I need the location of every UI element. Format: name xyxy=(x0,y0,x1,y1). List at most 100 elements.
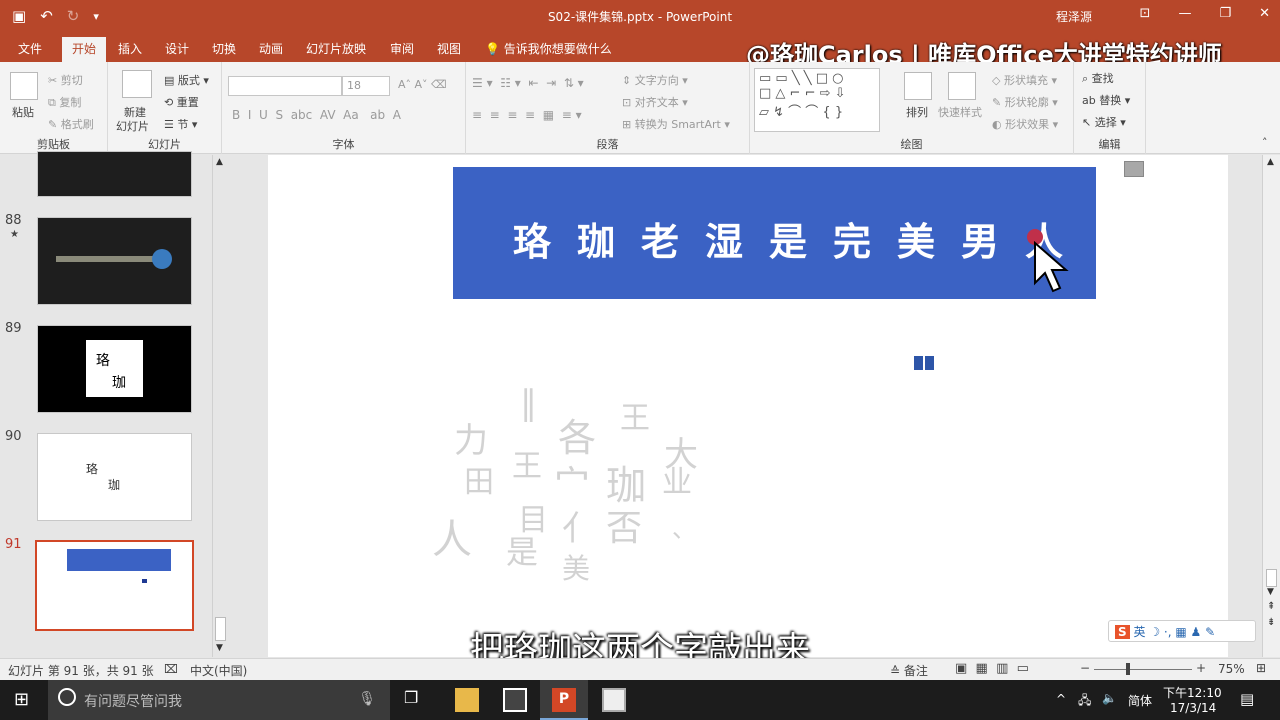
file-explorer-icon[interactable] xyxy=(455,688,479,712)
taskbar-powerpoint-active[interactable]: P xyxy=(540,680,588,720)
thumbnail-scrollbar[interactable]: ▲ ▼ xyxy=(212,155,228,657)
grow-font-icon[interactable]: A˄ A˅ ⌫ xyxy=(398,78,447,91)
tab-insert[interactable]: 插入 xyxy=(118,40,142,57)
clock-time[interactable]: 下午12:10 xyxy=(1163,684,1222,701)
mouse-pointer-icon xyxy=(1034,241,1069,293)
show-hidden-icons[interactable]: ^ xyxy=(1056,692,1066,706)
zoom-slider-track[interactable] xyxy=(1094,669,1192,670)
arrange-button[interactable]: 排列 xyxy=(906,104,928,120)
clock-date[interactable]: 17/3/14 xyxy=(1170,701,1216,715)
view-buttons[interactable]: ▣ ▦ ▥ ▭ xyxy=(955,661,1029,676)
collapse-ribbon-icon[interactable]: ˄ xyxy=(1262,136,1268,149)
banner-text[interactable]: 珞珈老湿是完美男人 xyxy=(513,211,1089,266)
shapes-gallery[interactable]: ▭ ▭ ╲ ╲ □ ○ □ △ ⌐ ⌐ ⇨ ⇩ ▱ ↯ ⌒ ⌒ { } xyxy=(754,68,880,132)
slide-thumbnail-89[interactable]: 珞 珈 xyxy=(37,325,192,413)
quick-styles-button[interactable]: 快速样式 xyxy=(938,104,982,120)
volume-icon[interactable]: 🔈 xyxy=(1102,691,1117,705)
list-buttons[interactable]: ☰ ▾ ☷ ▾ ⇤ ⇥ ⇅ ▾ xyxy=(472,76,584,90)
align-text-button[interactable]: ⊡ 对齐文本 ▾ xyxy=(622,94,688,110)
slide-scrollbar[interactable]: ▲ ▼ ⇞ ⇟ xyxy=(1262,155,1280,657)
new-slide-button-line2[interactable]: 幻灯片 xyxy=(116,118,149,134)
minimize-icon[interactable]: — xyxy=(1178,6,1191,21)
action-center-icon[interactable]: ▤ xyxy=(1240,690,1254,708)
align-buttons[interactable]: ≡ ≡ ≡ ≡ ▦ ≡ ▾ xyxy=(472,108,582,122)
arrange-icon[interactable] xyxy=(904,72,932,100)
cut-button[interactable]: ✂ 剪切 xyxy=(48,72,83,88)
spellcheck-icon[interactable]: ⌧ xyxy=(164,662,178,676)
ime-mode[interactable]: 简体 xyxy=(1128,692,1152,709)
slide-thumbnail-90[interactable]: 珞 珈 xyxy=(37,433,192,521)
slide-thumbnail-88[interactable] xyxy=(37,217,192,305)
slide-number-90: 90 xyxy=(5,429,22,444)
task-view-icon[interactable]: ❐ xyxy=(404,688,428,712)
tell-me-text: 告诉我你想要做什么 xyxy=(503,42,612,56)
reset-button[interactable]: ⟲ 重置 xyxy=(164,94,199,110)
replace-button[interactable]: ab 替换 ▾ xyxy=(1082,92,1130,108)
globe-icon xyxy=(152,249,172,269)
previous-slide-icon[interactable]: ⇞ xyxy=(1267,601,1275,612)
select-button[interactable]: ↖ 选择 ▾ xyxy=(1082,114,1126,130)
paste-icon[interactable] xyxy=(10,72,38,100)
user-name[interactable]: 程泽源 xyxy=(1056,8,1092,25)
thumbnail-title-bar xyxy=(56,256,156,262)
thumbnail-cursor-marker xyxy=(142,579,147,583)
slide-editing-area: 珞珈老湿是完美男人 力 ‖ 各 王 大 田 王 宀 珈 业 人 目 亻 否 、 … xyxy=(232,155,1262,657)
title-banner[interactable]: 珞珈老湿是完美男人 xyxy=(453,167,1096,299)
tab-transitions[interactable]: 切换 xyxy=(212,40,236,57)
zoom-level[interactable]: 75% xyxy=(1218,662,1245,676)
microphone-icon[interactable]: 🎙 xyxy=(358,691,376,707)
font-name-combo[interactable] xyxy=(228,76,342,96)
photos-icon[interactable] xyxy=(602,688,626,712)
slide-thumbnail-91-selected[interactable] xyxy=(35,540,194,631)
slide-scroll-down-icon[interactable]: ▼ xyxy=(1267,587,1274,597)
clear-format-icon[interactable]: ⌫ xyxy=(431,78,447,91)
store-icon[interactable] xyxy=(503,688,527,712)
thumbnail-white-square: 珞 珈 xyxy=(86,340,143,397)
tab-review[interactable]: 审阅 xyxy=(390,40,414,57)
slide-scroll-thumb[interactable] xyxy=(1266,569,1277,587)
copy-button[interactable]: ⧉ 复制 xyxy=(48,94,81,110)
language-status[interactable]: 中文(中国) xyxy=(190,662,247,679)
close-icon[interactable]: ✕ xyxy=(1259,6,1270,21)
slide-canvas[interactable]: 珞珈老湿是完美男人 力 ‖ 各 王 大 田 王 宀 珈 业 人 目 亻 否 、 … xyxy=(268,155,1228,657)
tab-file[interactable]: 文件 xyxy=(18,40,42,57)
ribbon-display-options-icon[interactable]: ⊡ xyxy=(1140,6,1151,21)
restore-icon[interactable]: ❐ xyxy=(1219,6,1231,21)
zoom-in-icon[interactable]: + xyxy=(1196,661,1206,675)
tab-slideshow[interactable]: 幻灯片放映 xyxy=(306,40,366,57)
layout-button[interactable]: ▤ 版式 ▾ xyxy=(164,72,209,88)
new-slide-icon[interactable] xyxy=(122,70,152,98)
quick-styles-icon[interactable] xyxy=(948,72,976,100)
shapes-gallery-icons[interactable]: ▭ ▭ ╲ ╲ □ ○ □ △ ⌐ ⌐ ⇨ ⇩ ▱ ↯ ⌒ ⌒ { } xyxy=(759,71,846,120)
paragraph-group: ☰ ▾ ☷ ▾ ⇤ ⇥ ⇅ ▾ ≡ ≡ ≡ ≡ ▦ ≡ ▾ ⇕ 文字方向 ▾ ⊡… xyxy=(466,62,750,154)
font-size-combo[interactable]: 18 xyxy=(342,76,390,96)
text-direction-button[interactable]: ⇕ 文字方向 ▾ xyxy=(622,72,688,88)
tab-view[interactable]: 视图 xyxy=(437,40,461,57)
notes-button[interactable]: ≙ 备注 xyxy=(890,662,928,679)
slide-scroll-up-icon[interactable]: ▲ xyxy=(1267,157,1274,167)
slide-corner-icon[interactable] xyxy=(1124,161,1144,177)
zoom-slider-thumb[interactable] xyxy=(1126,663,1130,675)
tab-home[interactable]: 开始 xyxy=(62,37,107,62)
slide-thumbnail-87[interactable] xyxy=(37,151,192,197)
smartart-button[interactable]: ⊞ 转换为 SmartArt ▾ xyxy=(622,116,730,132)
cortana-search-box[interactable]: 有问题尽管问我 🎙 xyxy=(48,680,390,720)
scroll-up-icon[interactable]: ▲ xyxy=(216,157,223,167)
status-bar: 幻灯片 第 91 张，共 91 张 ⌧ 中文(中国) ≙ 备注 ▣ ▦ ▥ ▭ … xyxy=(0,658,1280,680)
fit-slide-icon[interactable]: ⊞ xyxy=(1256,661,1266,675)
shape-fill-button[interactable]: ◇ 形状填充 ▾ xyxy=(992,72,1057,88)
tab-animations[interactable]: 动画 xyxy=(259,40,283,57)
shape-effects-button[interactable]: ◐ 形状效果 ▾ xyxy=(992,116,1058,132)
tell-me-box[interactable]: 💡 告诉我你想要做什么 xyxy=(485,40,612,57)
find-button[interactable]: ⌕ 查找 xyxy=(1082,70,1114,86)
tab-design[interactable]: 设计 xyxy=(165,40,189,57)
section-button[interactable]: ☰ 节 ▾ xyxy=(164,116,197,132)
shape-outline-button[interactable]: ✎ 形状轮廓 ▾ xyxy=(992,94,1058,110)
editing-group: ⌕ 查找 ab 替换 ▾ ↖ 选择 ▾ 编辑 xyxy=(1074,62,1146,154)
paste-button[interactable]: 粘贴 xyxy=(12,104,34,120)
format-painter-button[interactable]: ✎ 格式刷 xyxy=(48,116,94,132)
zoom-out-icon[interactable]: − xyxy=(1080,661,1090,675)
font-format-row[interactable]: B I U S abc AV Aa ab A xyxy=(232,108,401,122)
windows-start-icon[interactable]: ⊞ xyxy=(14,689,29,710)
network-icon[interactable]: 🖧 xyxy=(1078,691,1091,712)
